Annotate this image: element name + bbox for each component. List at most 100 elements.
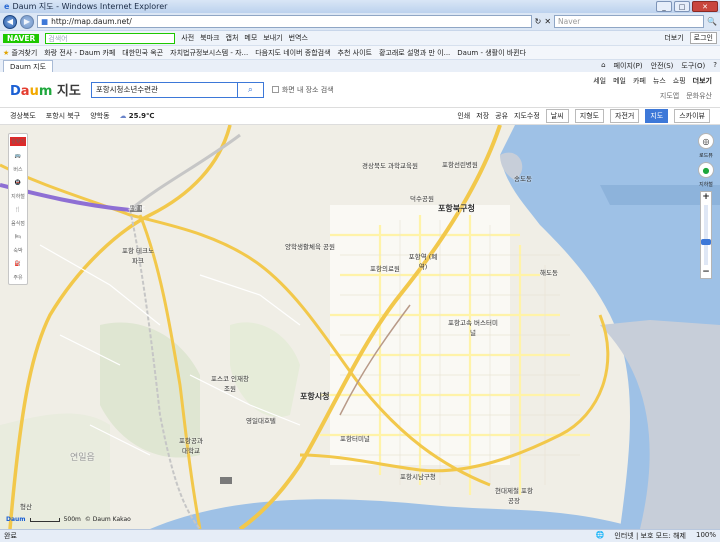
route-button[interactable]: 길찾기	[10, 137, 26, 146]
map-label[interactable]: 포항북구청	[438, 203, 475, 214]
location-dong[interactable]: 양학동	[90, 111, 109, 121]
favorite-item[interactable]: 대한민국 옥곤	[122, 48, 163, 58]
zoom-in-button[interactable]: +	[702, 192, 710, 203]
roadview-icon[interactable]: ◎	[698, 133, 714, 149]
location-province[interactable]: 경상북도	[10, 111, 36, 121]
mode-skyview[interactable]: 스카이뷰	[674, 109, 710, 123]
area-search-checkbox[interactable]: 화면 내 장소 검색	[271, 85, 334, 95]
header-link[interactable]: 문화유산	[686, 91, 712, 101]
map-label[interactable]: 연일읍	[70, 450, 95, 463]
location-city[interactable]: 포항시 북구	[46, 111, 80, 121]
layer-terrain[interactable]: 지형도	[574, 109, 605, 123]
toolbar-item[interactable]: 보내기	[263, 33, 282, 43]
layer-weather[interactable]: 날씨	[545, 109, 569, 123]
map-label[interactable]: 경상북도 과학교육원	[360, 160, 420, 170]
mode-map[interactable]: 지도	[645, 109, 669, 123]
toolbar-item[interactable]: 북마크	[200, 33, 219, 43]
refresh-icon[interactable]: ↻	[535, 17, 542, 26]
map-label[interactable]: 포항 테크노파크	[120, 245, 156, 265]
map-label[interactable]: 해도동	[540, 267, 558, 277]
help-icon[interactable]: ?	[713, 61, 717, 71]
map-tool-print[interactable]: 인쇄	[457, 111, 470, 121]
map-label[interactable]: 송도동	[514, 173, 532, 183]
toolbar-item[interactable]: 캡처	[226, 33, 239, 43]
map-label[interactable]: 포항 IC	[128, 204, 145, 212]
login-button[interactable]: 로그인	[689, 32, 717, 44]
map-label[interactable]: 포항터미널	[340, 433, 370, 443]
map-label[interactable]: 영일대호텔	[246, 415, 276, 425]
header-link[interactable]: 지도앱	[660, 91, 679, 101]
close-button[interactable]: ✕	[692, 1, 718, 12]
favorites-button[interactable]: ★ 즐겨찾기	[3, 48, 37, 58]
map-label[interactable]: 포항의료원	[370, 263, 400, 273]
header-link[interactable]: 뉴스	[653, 76, 666, 86]
map-graphics	[0, 125, 720, 529]
map-label[interactable]: 덕수공원	[410, 193, 434, 203]
title-bar: e Daum 지도 - Windows Internet Explorer _ …	[0, 0, 720, 13]
favorite-item[interactable]: 화랑 전사 - Daum 카페	[44, 48, 115, 58]
header-link[interactable]: 카페	[633, 76, 646, 86]
map-subbar: 경상북도 포항시 북구 양학동 ☁ 25.9℃ 인쇄 저장 공유 지도수정 날씨…	[0, 108, 720, 125]
naver-search-input[interactable]: 검색어	[45, 32, 176, 44]
zoom-out-button[interactable]: −	[702, 267, 710, 278]
map-label[interactable]: 포항역 (폐역)	[408, 251, 438, 271]
daum-map-logo[interactable]: Daum 지도	[10, 80, 81, 99]
map-tool-edit[interactable]: 지도수정	[514, 111, 540, 121]
address-bar[interactable]: ■ http://map.daum.net/	[37, 15, 532, 28]
map-search-input[interactable]: 포항시청소년수련관	[90, 81, 238, 98]
map-tool-share[interactable]: 공유	[495, 111, 508, 121]
stop-icon[interactable]: ✕	[544, 17, 551, 26]
map-label[interactable]: 양학생활체육 공원	[280, 241, 340, 251]
forward-button[interactable]: ▶	[20, 14, 34, 29]
tab-daum-map[interactable]: Daum 지도	[3, 60, 54, 72]
zoom-slider[interactable]	[701, 205, 711, 265]
more-button[interactable]: 더보기	[664, 33, 683, 43]
header-link[interactable]: 쇼핑	[673, 76, 686, 86]
map-label[interactable]: 포항시청	[300, 391, 329, 402]
restaurant-icon[interactable]: 🍴	[12, 204, 24, 216]
toolbar-item[interactable]: 사전	[181, 33, 194, 43]
header-link[interactable]: 메일	[613, 76, 626, 86]
map-search-button[interactable]: ⌕	[237, 81, 264, 98]
minimize-button[interactable]: _	[656, 1, 672, 12]
maximize-button[interactable]: □	[674, 1, 690, 12]
copyright-text: © Daum Kakao	[84, 516, 131, 523]
back-button[interactable]: ◀	[3, 14, 17, 29]
subway-icon[interactable]: 🚇	[12, 177, 24, 189]
status-text: 완료	[4, 532, 17, 540]
browser-search-input[interactable]: Naver	[554, 15, 705, 28]
tab-tool-safety[interactable]: 안전(S)	[651, 61, 674, 71]
favorite-item[interactable]: 자치법규정보시스템 - 자...	[170, 48, 248, 58]
tab-tool-tools[interactable]: 도구(O)	[681, 61, 705, 71]
header-link[interactable]: 세일	[593, 76, 606, 86]
subway-layer-icon[interactable]: ●	[698, 162, 714, 178]
favorite-item[interactable]: Daum - 생활이 바뀐다	[457, 48, 526, 58]
tab-tool-page[interactable]: 페이지(P)	[614, 61, 643, 71]
header-link-more[interactable]: 더보기	[693, 76, 712, 86]
zoom-level[interactable]: 100%	[696, 531, 716, 541]
map-label[interactable]: 포항고속 버스터미널	[448, 317, 498, 337]
star-icon: ★	[3, 48, 10, 57]
layer-bicycle[interactable]: 자전거	[610, 109, 640, 123]
map-label[interactable]: 형산	[20, 501, 32, 511]
security-zone[interactable]: 인터넷 | 보호 모드: 해제	[614, 531, 686, 541]
map-label[interactable]: 포항선린병원	[442, 159, 478, 169]
home-icon[interactable]: ⌂	[601, 61, 605, 71]
favorite-item[interactable]: 추천 사이트	[338, 48, 372, 58]
search-icon[interactable]: 🔍	[707, 17, 717, 26]
map-canvas[interactable]: 포항선린병원 경상북도 과학교육원 덕수공원 포항북구청 포항역 (폐역) 양학…	[0, 125, 720, 529]
toolbar-item[interactable]: 메모	[244, 33, 257, 43]
toolbar-item[interactable]: 번역스	[289, 33, 308, 43]
weather-icon: ☁	[119, 112, 127, 120]
favorite-item[interactable]: 다음지도 네이버 종합검색	[255, 48, 330, 58]
map-label[interactable]: 현대제철 포항공장	[494, 485, 534, 505]
zoom-handle[interactable]	[701, 239, 711, 245]
lodging-icon[interactable]: 🛏	[12, 231, 24, 243]
map-tool-save[interactable]: 저장	[476, 111, 489, 121]
favorite-item[interactable]: 황고래로 설명과 만 이...	[379, 48, 450, 58]
map-label[interactable]: 포항공과 대학교	[176, 435, 206, 455]
bus-icon[interactable]: 🚌	[12, 150, 24, 162]
map-label[interactable]: 포스코 인재창조원	[210, 373, 250, 393]
gas-station-icon[interactable]: ⛽	[12, 258, 24, 270]
map-label[interactable]: 포항시남구청	[400, 471, 436, 481]
